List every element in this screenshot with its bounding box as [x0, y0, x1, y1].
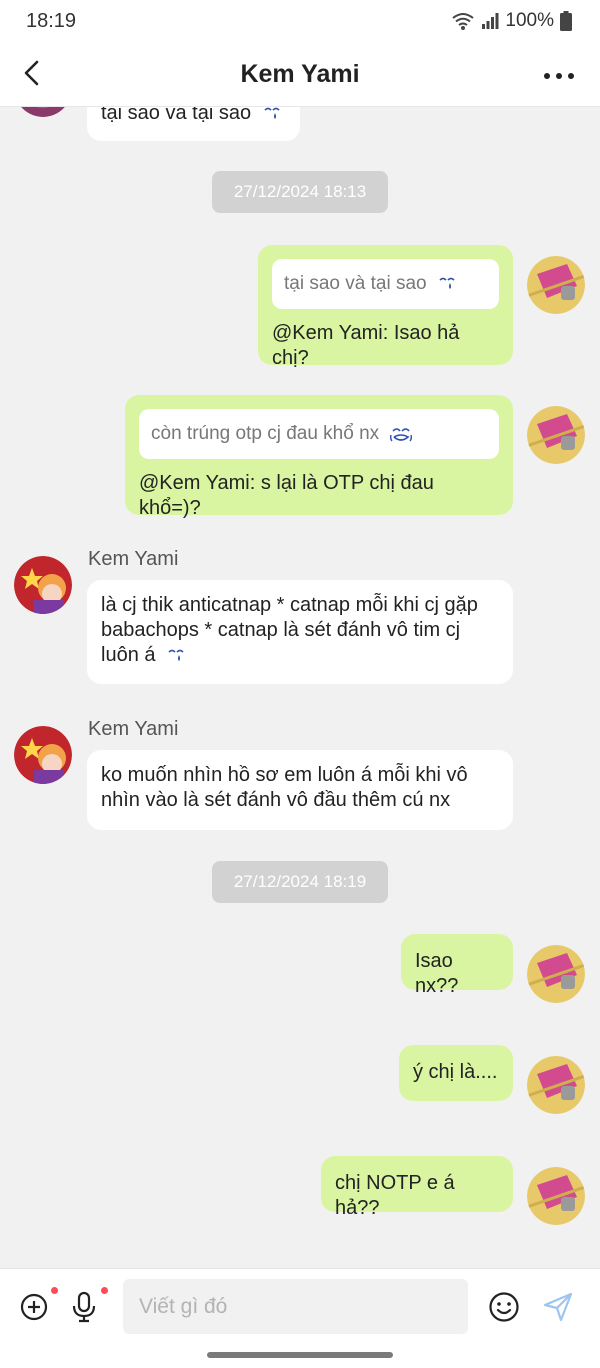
send-icon[interactable]	[542, 1291, 574, 1323]
add-circle-icon[interactable]	[20, 1293, 48, 1321]
home-indicator	[207, 1352, 393, 1358]
message-bubble[interactable]: ý chị là....	[399, 1045, 513, 1101]
timestamp-separator: 27/12/2024 18:13	[212, 171, 388, 213]
avatar[interactable]	[14, 556, 72, 614]
reply-quote[interactable]: còn trúng otp cj đau khổ nx	[139, 409, 499, 459]
message-text: @Kem Yami: Isao hả chị?	[272, 322, 460, 369]
message-list[interactable]: tại sao và tại sao 27/12/2024 18:13 tại …	[0, 107, 600, 1267]
status-right: 100%	[451, 10, 572, 32]
microphone-icon[interactable]	[71, 1291, 97, 1323]
message-text: ý chị là....	[413, 1061, 498, 1083]
signal-icon	[482, 13, 499, 29]
message-text: tại sao và tại sao	[101, 107, 252, 124]
chat-header: Kem Yami	[0, 44, 600, 107]
message-text: @Kem Yami: s lại là OTP chị đau khổ=)?	[139, 472, 434, 519]
crying-emoji-icon	[439, 277, 455, 289]
sender-name: Kem Yami	[88, 548, 179, 570]
message-text: Isao nx??	[415, 950, 459, 997]
chat-title[interactable]: Kem Yami	[0, 60, 600, 89]
notification-dot	[101, 1287, 108, 1294]
reply-quote[interactable]: tại sao và tại sao	[272, 259, 499, 309]
message-bubble[interactable]: là cj thik anticatnap * catnap mỗi khi c…	[87, 580, 513, 684]
quoted-text: tại sao và tại sao	[284, 273, 427, 294]
status-time: 18:19	[26, 10, 77, 32]
notification-dot	[51, 1287, 58, 1294]
message-bubble[interactable]: tại sao và tại sao @Kem Yami: Isao hả ch…	[258, 245, 513, 369]
wifi-icon	[452, 13, 475, 30]
quoted-text: còn trúng otp cj đau khổ nx	[151, 423, 380, 444]
avatar[interactable]	[527, 256, 585, 314]
avatar[interactable]	[527, 945, 585, 1003]
battery-percentage: 100%	[505, 10, 554, 31]
message-bubble[interactable]: còn trúng otp cj đau khổ nx @Kem Yami: s…	[125, 395, 513, 519]
avatar[interactable]	[14, 107, 72, 117]
status-bar: 18:19 100%	[0, 0, 600, 44]
message-input[interactable]	[123, 1279, 468, 1334]
avatar[interactable]	[527, 1167, 585, 1225]
message-text: ko muốn nhìn hồ sơ em luôn á mỗi khi vô …	[101, 764, 468, 811]
avatar[interactable]	[527, 406, 585, 464]
message-bubble[interactable]: Isao nx??	[401, 934, 513, 997]
crying-emoji-icon	[264, 107, 280, 119]
message-bubble[interactable]: ko muốn nhìn hồ sơ em luôn á mỗi khi vô …	[87, 750, 513, 830]
message-text: chị NOTP e á hả??	[335, 1172, 455, 1219]
battery-icon	[560, 11, 572, 31]
emoji-icon[interactable]	[488, 1291, 520, 1323]
timestamp-separator: 27/12/2024 18:19	[212, 861, 388, 903]
message-bubble[interactable]: chị NOTP e á hả??	[321, 1156, 513, 1219]
more-horizontal-icon[interactable]	[542, 60, 576, 90]
sobbing-emoji-icon	[390, 428, 413, 442]
crying-emoji-icon	[168, 649, 184, 661]
avatar[interactable]	[527, 1056, 585, 1114]
sender-name: Kem Yami	[88, 718, 179, 740]
avatar[interactable]	[14, 726, 72, 784]
message-bubble[interactable]: tại sao và tại sao	[87, 107, 300, 141]
message-text: là cj thik anticatnap * catnap mỗi khi c…	[101, 594, 478, 666]
